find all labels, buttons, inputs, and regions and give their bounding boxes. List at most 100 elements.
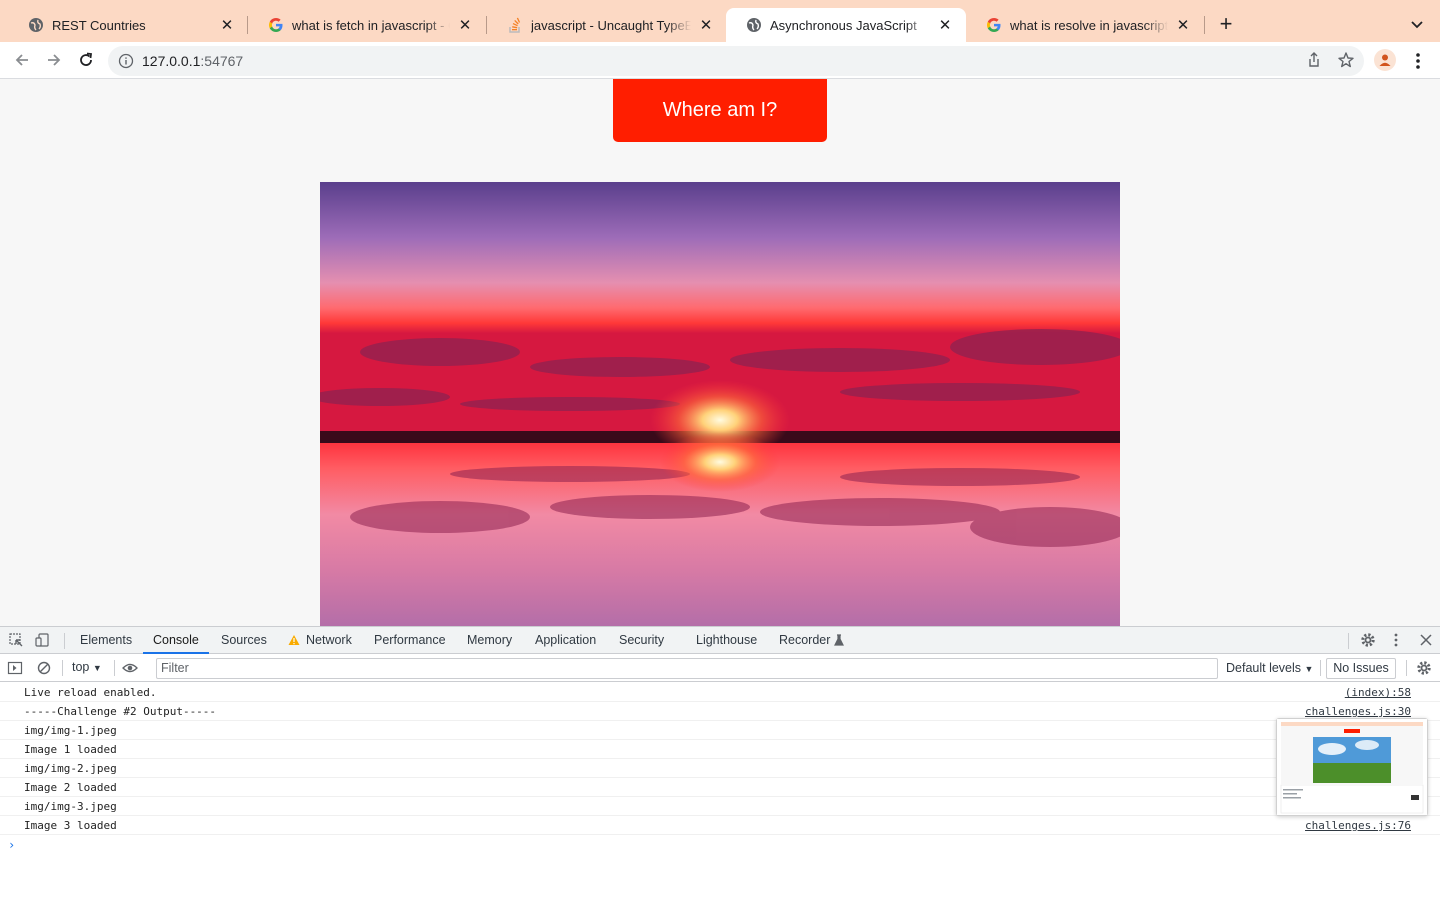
- forward-button[interactable]: [40, 46, 68, 74]
- inspect-element-icon[interactable]: [8, 632, 24, 648]
- devtools-tab-sources[interactable]: Sources: [217, 627, 271, 654]
- sidebar-toggle-icon[interactable]: [7, 660, 23, 676]
- close-devtools-icon[interactable]: [1418, 632, 1434, 648]
- back-button[interactable]: [8, 46, 36, 74]
- tab-title: what is resolve in javascript - Google S…: [1010, 17, 1168, 33]
- more-options-icon[interactable]: [1388, 632, 1404, 648]
- divider: [114, 660, 115, 676]
- where-am-i-button[interactable]: Where am I?: [613, 79, 827, 142]
- eye-icon[interactable]: [122, 660, 138, 676]
- console-output: Live reload enabled. (index):58 -----Cha…: [0, 683, 1440, 901]
- url-host: 127.0.0.1: [142, 53, 201, 69]
- tab-rest-countries[interactable]: REST Countries ✕: [8, 8, 248, 42]
- new-tab-button[interactable]: +: [1214, 12, 1238, 36]
- share-icon[interactable]: [1305, 51, 1325, 71]
- log-levels-label: Default levels: [1226, 661, 1302, 675]
- tab-fetch-search[interactable]: what is fetch in javascript - Google Sea…: [248, 8, 486, 42]
- dropdown-triangle-icon: ▼: [92, 663, 102, 673]
- globe-icon: [28, 17, 44, 33]
- console-message: img/img-2.jpeg: [0, 759, 1440, 778]
- bookmark-star-icon[interactable]: [1337, 51, 1357, 71]
- divider: [62, 660, 63, 676]
- console-message-text: Image 2 loaded: [24, 781, 117, 794]
- info-icon[interactable]: [118, 53, 134, 69]
- browser-menu-icon[interactable]: [1410, 51, 1426, 71]
- console-message-text: Live reload enabled.: [24, 686, 157, 699]
- page-content: Where am I?: [0, 79, 1440, 626]
- clear-console-icon[interactable]: [36, 660, 52, 676]
- console-message-text: img/img-2.jpeg: [24, 762, 117, 775]
- arrow-left-icon: [15, 54, 28, 66]
- log-levels-select[interactable]: Default levels ▼: [1226, 661, 1313, 675]
- tab-title: Asynchronous JavaScript: [770, 17, 917, 33]
- preview-image: [1277, 719, 1427, 815]
- devtools-tab-application[interactable]: Application: [531, 627, 600, 654]
- warning-icon: [288, 635, 300, 645]
- console-message: Live reload enabled. (index):58: [0, 683, 1440, 702]
- person-icon: [1379, 54, 1391, 66]
- tab-separator: [1204, 16, 1205, 34]
- globe-icon: [746, 17, 762, 33]
- console-settings-icon[interactable]: [1416, 660, 1432, 676]
- divider: [1320, 660, 1321, 676]
- divider: [1348, 633, 1349, 649]
- tab-strip: REST Countries ✕ what is fetch in javasc…: [0, 0, 1440, 42]
- devtools-tab-security[interactable]: Security: [615, 627, 668, 654]
- console-message: Image 3 loaded challenges.js:76: [0, 816, 1440, 835]
- console-prompt-chevron-icon[interactable]: ›: [8, 838, 15, 852]
- console-message-text: Image 3 loaded: [24, 819, 117, 832]
- device-toolbar-icon[interactable]: [34, 632, 50, 648]
- console-filter-input[interactable]: Filter: [156, 658, 1218, 679]
- tab-search-icon[interactable]: [1406, 13, 1428, 35]
- console-source-link[interactable]: challenges.js:30: [1305, 705, 1411, 718]
- devtools-panel: Elements Console Sources Network Perform…: [0, 626, 1440, 900]
- sunset-image: [320, 182, 1120, 626]
- context-value: top: [72, 660, 90, 674]
- console-message: Image 1 loaded: [0, 740, 1440, 759]
- close-icon[interactable]: ✕: [697, 16, 715, 34]
- reload-icon: [80, 52, 93, 66]
- address-bar[interactable]: 127.0.0.1:54767: [108, 46, 1364, 76]
- issues-button[interactable]: No Issues: [1326, 658, 1396, 679]
- console-source-link[interactable]: (index):58: [1345, 686, 1411, 699]
- devtools-tab-performance[interactable]: Performance: [370, 627, 450, 654]
- close-icon[interactable]: ✕: [1174, 16, 1192, 34]
- devtools-tab-elements[interactable]: Elements: [76, 627, 136, 654]
- divider: [64, 633, 65, 649]
- google-icon: [986, 17, 1002, 33]
- tab-asynchronous-javascript[interactable]: Asynchronous JavaScript ✕: [726, 8, 966, 42]
- devtools-tab-recorder[interactable]: Recorder: [775, 627, 834, 654]
- context-select[interactable]: top ▼: [72, 660, 102, 674]
- close-icon[interactable]: ✕: [456, 16, 474, 34]
- devtools-tab-bar: Elements Console Sources Network Perform…: [0, 627, 1440, 654]
- flask-icon: [834, 634, 844, 646]
- close-icon[interactable]: ✕: [218, 16, 236, 34]
- tab-title: what is fetch in javascript - Google Sea…: [292, 17, 450, 33]
- arrow-right-icon: [48, 54, 61, 66]
- image-preview-thumbnail: [1276, 718, 1428, 816]
- stackoverflow-icon: [507, 17, 523, 33]
- console-toolbar: top ▼ Filter Default levels ▼ No Issues: [0, 655, 1440, 682]
- console-message: Image 2 loaded: [0, 778, 1440, 797]
- tab-title: javascript - Uncaught TypeError: [531, 17, 691, 33]
- console-message-text: Image 1 loaded: [24, 743, 117, 756]
- devtools-tab-network[interactable]: Network: [302, 627, 356, 654]
- close-icon[interactable]: ✕: [936, 16, 954, 34]
- devtools-tab-lighthouse[interactable]: Lighthouse: [692, 627, 761, 654]
- console-message-text: img/img-1.jpeg: [24, 724, 117, 737]
- console-message: -----Challenge #2 Output----- challenges…: [0, 702, 1440, 721]
- tab-stackoverflow[interactable]: javascript - Uncaught TypeError ✕: [487, 8, 727, 42]
- devtools-tab-memory[interactable]: Memory: [463, 627, 516, 654]
- console-message-text: -----Challenge #2 Output-----: [24, 705, 217, 718]
- tab-title: REST Countries: [52, 17, 146, 33]
- reload-button[interactable]: [72, 46, 100, 74]
- tab-resolve-search[interactable]: what is resolve in javascript - Google S…: [966, 8, 1204, 42]
- dropdown-triangle-icon: ▼: [1304, 664, 1314, 674]
- profile-avatar[interactable]: [1374, 49, 1396, 71]
- console-message-text: img/img-3.jpeg: [24, 800, 117, 813]
- console-source-link[interactable]: challenges.js:76: [1305, 819, 1411, 832]
- settings-gear-icon[interactable]: [1360, 632, 1376, 648]
- devtools-tab-console[interactable]: Console: [143, 627, 209, 654]
- browser-toolbar: 127.0.0.1:54767: [0, 42, 1440, 79]
- console-message: img/img-1.jpeg: [0, 721, 1440, 740]
